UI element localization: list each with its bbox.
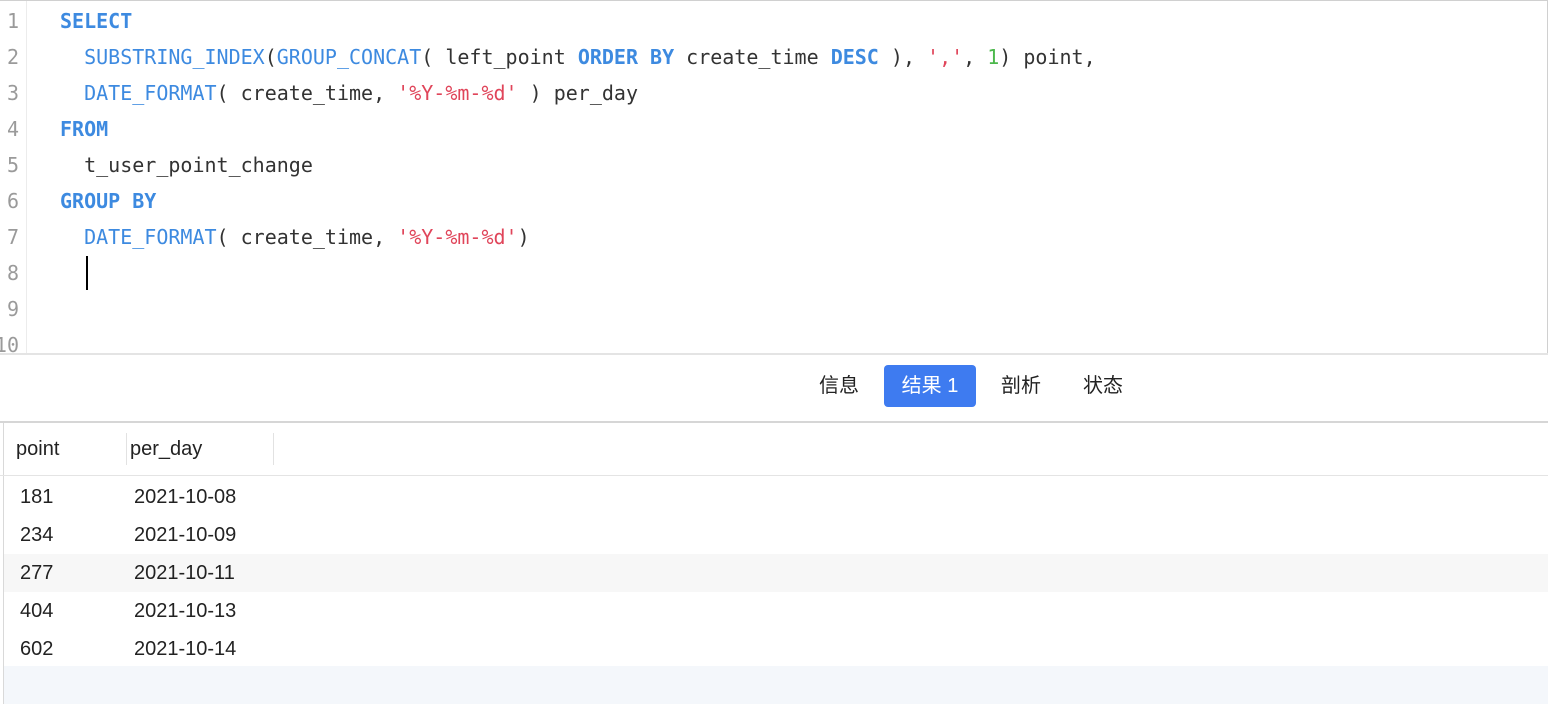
grid-empty-area[interactable]	[4, 666, 1548, 704]
token-text: (	[264, 45, 277, 69]
line-number: 6	[6, 189, 19, 213]
token-text: ( create_time,	[216, 225, 398, 249]
line-number: 10	[0, 333, 19, 353]
token-kw: SELECT	[60, 9, 133, 33]
tab-info[interactable]: 信息	[810, 365, 868, 407]
line-number: 5	[6, 153, 19, 177]
token-str: ','	[927, 45, 964, 69]
line-number: 3	[6, 81, 19, 105]
tab-status[interactable]: 状态	[1074, 365, 1132, 407]
table-row[interactable]: 602 2021-10-14	[4, 630, 1548, 668]
cell-point: 181	[20, 486, 54, 508]
token-text: t_user_point_change	[60, 153, 313, 177]
tab-result-1[interactable]: 结果 1	[884, 365, 976, 407]
result-grid[interactable]: point per_day 181 2021-10-08 234 2021-10…	[0, 423, 1548, 704]
table-row[interactable]: 234 2021-10-09	[4, 516, 1548, 554]
cell-per-day: 2021-10-11	[134, 562, 235, 584]
column-header-per-day[interactable]: per_day	[130, 423, 202, 475]
token-kw: FROM	[60, 117, 109, 141]
token-text: ,	[963, 45, 988, 69]
token-kw: ORDER BY	[577, 45, 675, 69]
line-number: 4	[6, 117, 19, 141]
code-line[interactable]: SELECT	[60, 3, 132, 39]
token-text: ),	[878, 45, 928, 69]
token-fn: DATE_FORMAT	[84, 225, 217, 249]
sql-editor[interactable]: 12345678910 SELECT SUBSTRING_INDEX(GROUP…	[0, 0, 1548, 353]
tab-profile[interactable]: 剖析	[992, 365, 1050, 407]
token-kw: DESC	[830, 45, 879, 69]
cell-point: 277	[20, 562, 54, 584]
cell-point: 234	[20, 524, 54, 546]
code-line[interactable]: DATE_FORMAT( create_time, '%Y-%m-%d' ) p…	[60, 75, 638, 111]
line-number: 8	[6, 261, 19, 285]
line-number: 7	[6, 225, 19, 249]
cell-per-day: 2021-10-13	[134, 600, 237, 622]
cell-per-day: 2021-10-09	[134, 524, 237, 546]
table-row[interactable]: 277 2021-10-11	[4, 554, 1548, 592]
token-text: ( left_point	[421, 45, 578, 69]
table-row[interactable]: 404 2021-10-13	[4, 592, 1548, 630]
cell-per-day: 2021-10-14	[134, 638, 237, 660]
table-row[interactable]: 181 2021-10-08	[4, 478, 1548, 516]
code-line[interactable]: SUBSTRING_INDEX(GROUP_CONCAT( left_point…	[60, 39, 1096, 75]
token-text: ( create_time,	[216, 81, 398, 105]
token-kw: GROUP BY	[60, 189, 157, 213]
line-number: 2	[6, 45, 19, 69]
column-separator[interactable]	[126, 433, 127, 465]
code-line[interactable]: FROM	[60, 111, 108, 147]
token-text: )	[517, 225, 530, 249]
line-number: 9	[6, 297, 19, 321]
token-fn: SUBSTRING_INDEX	[84, 45, 265, 69]
text-cursor	[86, 256, 88, 290]
token-str: '%Y-%m-%d'	[397, 225, 518, 249]
token-text: ) point,	[999, 45, 1096, 69]
token-fn: DATE_FORMAT	[84, 81, 217, 105]
token-text: create_time	[674, 45, 831, 69]
code-line[interactable]: GROUP BY	[60, 183, 156, 219]
line-number: 1	[6, 9, 19, 33]
code-line[interactable]: DATE_FORMAT( create_time, '%Y-%m-%d')	[60, 219, 530, 255]
grid-header-row: point per_day	[0, 423, 1548, 476]
token-text: ) per_day	[517, 81, 639, 105]
column-separator[interactable]	[273, 433, 274, 465]
token-str: '%Y-%m-%d'	[397, 81, 518, 105]
result-tab-bar: 信息 结果 1 剖析 状态	[0, 355, 1548, 421]
cell-point: 602	[20, 638, 54, 660]
token-num: 1	[987, 45, 1000, 69]
line-number-gutter: 1 2 3 4 5 6 7 8 9 10	[0, 1, 27, 353]
cell-per-day: 2021-10-08	[134, 486, 237, 508]
cell-point: 404	[20, 600, 54, 622]
code-line[interactable]: t_user_point_change	[60, 147, 313, 183]
column-header-point[interactable]: point	[16, 423, 59, 475]
token-fn: GROUP_CONCAT	[276, 45, 422, 69]
